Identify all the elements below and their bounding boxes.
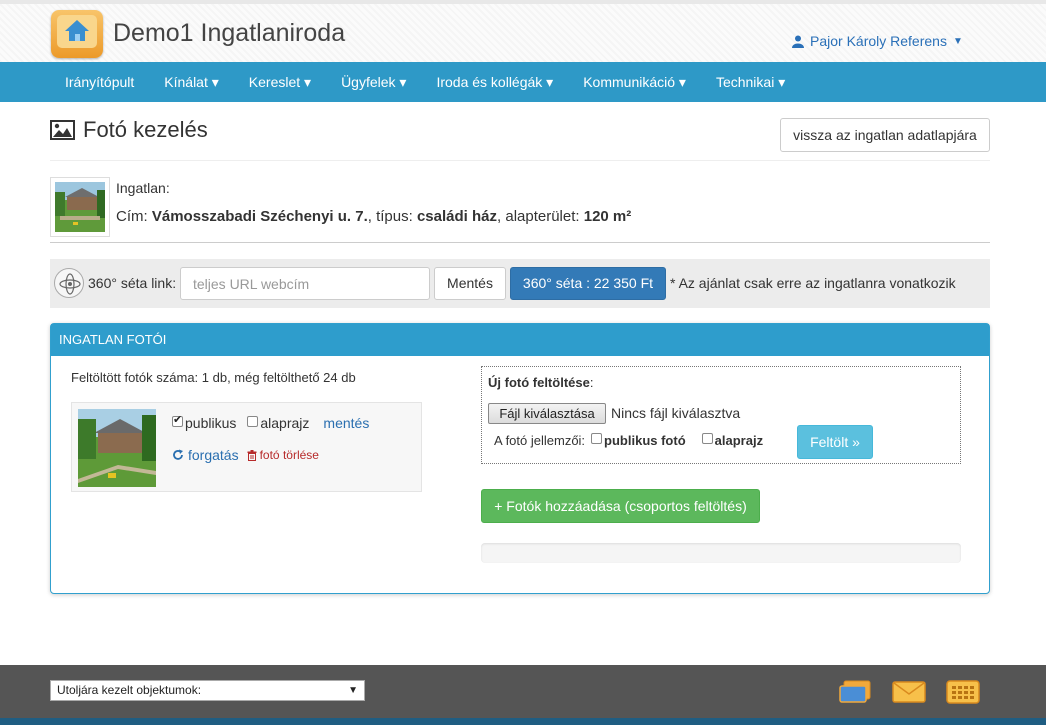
main-navbar: Irányítópult Kínálat ▾ Kereslet ▾ Ügyfel…: [0, 62, 1046, 102]
photo-options: publikus alaprajz mentés: [172, 413, 369, 431]
rotate-label: forgatás: [188, 447, 239, 463]
user-name: Pajor Károly Referens: [810, 33, 947, 49]
back-to-property-button[interactable]: vissza az ingatlan adatlapjára: [780, 118, 990, 152]
top-header: Demo1 Ingatlaniroda Pajor Károly Referen…: [0, 0, 1046, 62]
page-title: Fotó kezelés: [50, 117, 208, 143]
property-address: Vámosszabadi Széchenyi u. 7.: [151, 208, 368, 225]
recent-objects-select[interactable]: Utoljára kezelt objektumok: ▼: [50, 680, 365, 701]
cards-icon[interactable]: [838, 680, 872, 704]
home-icon[interactable]: [51, 10, 103, 58]
footer: Utoljára kezelt objektumok: ▼: [0, 665, 1046, 725]
user-menu[interactable]: Pajor Károly Referens ▼: [792, 33, 963, 49]
photo-actions: forgatás fotó törlése: [172, 447, 319, 463]
upload-title: Új fotó feltöltése:: [488, 375, 594, 390]
photos-panel: INGATLAN FOTÓI Feltöltött fotók száma: 1…: [50, 323, 990, 594]
page-title-text: Fotó kezelés: [83, 117, 208, 142]
tour-save-button[interactable]: Mentés: [434, 267, 506, 300]
upload-props-label: A fotó jellemzői:: [494, 433, 586, 448]
public-checkbox[interactable]: [172, 413, 183, 427]
divider: [50, 242, 990, 243]
uploaded-count: Feltöltött fotók száma: 1 db, még feltöl…: [71, 370, 356, 385]
public-label: publikus: [185, 415, 237, 431]
upload-floorplan-label: alaprajz: [714, 433, 764, 448]
tour-360-icon: [54, 268, 84, 298]
upload-submit-button[interactable]: Feltölt »: [797, 425, 873, 459]
property-label: Ingatlan:: [116, 180, 170, 196]
tour-offer-note: * Az ajánlat csak erre az ingatlanra von…: [670, 275, 956, 291]
photo-save-link[interactable]: mentés: [323, 415, 369, 431]
tour-link-label: 360° séta link:: [88, 275, 177, 291]
choose-file-button[interactable]: Fájl kiválasztása: [488, 403, 606, 424]
nav-item-clients[interactable]: Ügyfelek ▾: [326, 62, 421, 102]
photo-item: publikus alaprajz mentés forgatás: [71, 402, 422, 492]
property-details: Cím: Vámosszabadi Széchenyi u. 7., típus…: [116, 208, 632, 225]
property-thumbnail[interactable]: [50, 177, 110, 237]
rotate-link[interactable]: forgatás: [172, 447, 239, 463]
upload-box: Új fotó feltöltése: Fájl kiválasztása Ni…: [481, 366, 961, 464]
nav-item-dashboard[interactable]: Irányítópult: [50, 62, 149, 102]
property-type: családi ház: [416, 208, 498, 225]
floorplan-checkbox[interactable]: [247, 415, 259, 427]
nav-item-communication[interactable]: Kommunikáció ▾: [568, 62, 701, 102]
footer-bottom-bar: [0, 718, 1046, 725]
no-file-chosen: Nincs fájl kiválasztva: [611, 405, 741, 421]
image-icon: [50, 120, 75, 140]
nav-item-demand[interactable]: Kereslet ▾: [234, 62, 326, 102]
rotate-icon: [173, 449, 183, 460]
upload-floorplan-checkbox[interactable]: [701, 433, 713, 444]
delete-photo-link[interactable]: fotó törlése: [247, 448, 319, 462]
group-upload-button[interactable]: + Fotók hozzáadása (csoportos feltöltés): [481, 489, 760, 523]
upload-progress-bar: [481, 543, 961, 563]
brand-title[interactable]: Demo1 Ingatlaniroda: [113, 19, 345, 48]
user-icon: [792, 35, 804, 48]
keypad-icon[interactable]: [946, 680, 980, 704]
tour-order-button[interactable]: 360° séta : 22 350 Ft: [510, 267, 666, 300]
upload-properties: A fotó jellemzői: publikus fotó alaprajz: [494, 433, 763, 448]
chevron-down-icon: ▼: [952, 35, 963, 47]
nav-item-offer[interactable]: Kínálat ▾: [149, 62, 234, 102]
trash-icon: [247, 449, 257, 461]
floorplan-label: alaprajz: [260, 415, 310, 431]
upload-public-checkbox[interactable]: [591, 433, 603, 444]
tour-bar: 360° séta link: Mentés 360° séta : 22 35…: [50, 259, 990, 308]
chevron-down-icon: ▼: [348, 685, 358, 696]
upload-public-label: publikus fotó: [604, 433, 686, 448]
property-area: 120 m²: [583, 208, 632, 225]
panel-title: INGATLAN FOTÓI: [51, 324, 989, 356]
nav-item-technical[interactable]: Technikai ▾: [701, 62, 800, 102]
tour-url-input[interactable]: [180, 267, 430, 300]
divider: [50, 160, 990, 161]
delete-label: fotó törlése: [259, 448, 319, 462]
envelope-icon[interactable]: [892, 680, 926, 704]
photo-thumbnail[interactable]: [78, 409, 156, 487]
nav-item-office[interactable]: Iroda és kollégák ▾: [421, 62, 568, 102]
